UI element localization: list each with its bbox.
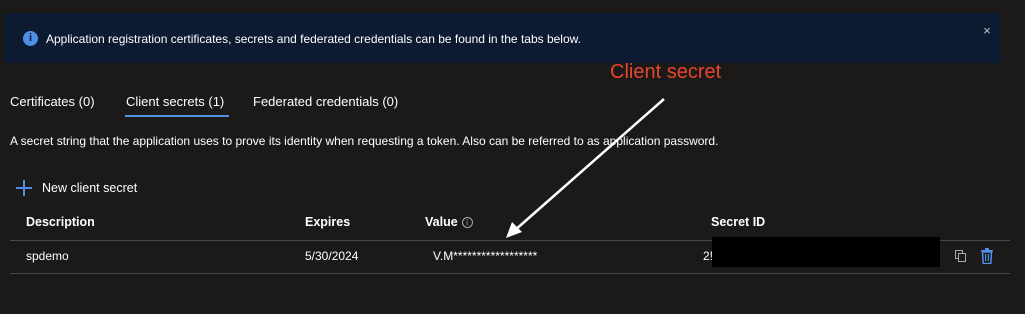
page: i Application registration certificates,… xyxy=(0,0,1025,314)
annotation-arrow xyxy=(506,98,665,238)
